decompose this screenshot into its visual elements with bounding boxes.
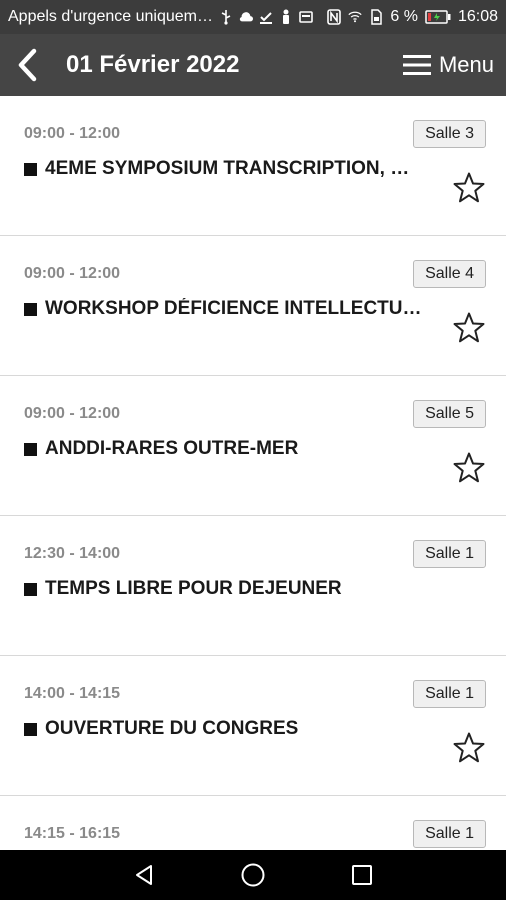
battery-icon	[425, 9, 451, 25]
star-icon[interactable]	[452, 311, 486, 345]
room-badge: Salle 1	[413, 540, 486, 568]
session-time: 14:00 - 14:15	[24, 685, 121, 702]
session-title: ANDDI-RARES OUTRE-MER	[24, 438, 424, 460]
sim-icon	[369, 9, 383, 25]
session-time: 12:30 - 14:00	[24, 545, 121, 562]
session-item[interactable]: 09:00 - 12:00 Salle 5 ANDDI-RARES OUTRE-…	[0, 376, 506, 516]
clock: 16:08	[457, 8, 498, 25]
room-badge: Salle 1	[413, 820, 486, 848]
session-title: 4EME SYMPOSIUM TRANSCRIPTION, …	[24, 158, 424, 180]
session-list: 09:00 - 12:00 Salle 3 4EME SYMPOSIUM TRA…	[0, 96, 506, 850]
session-title-text: ANDDI-RARES OUTRE-MER	[45, 438, 299, 459]
session-item[interactable]: 09:00 - 12:00 Salle 3 4EME SYMPOSIUM TRA…	[0, 96, 506, 236]
room-badge: Salle 5	[413, 400, 486, 428]
session-title-text: WORKSHOP DÉFICIENCE INTELLECTU…	[45, 298, 422, 319]
session-title-text: OUVERTURE DU CONGRES	[45, 718, 299, 739]
star-icon[interactable]	[452, 451, 486, 485]
status-bar: Appels d'urgence uniquem… 6 % 16:08	[0, 0, 506, 34]
session-time: 09:00 - 12:00	[24, 265, 121, 282]
session-item[interactable]: 14:00 - 14:15 Salle 1 OUVERTURE DU CONGR…	[0, 656, 506, 796]
app-header: 01 Février 2022 Menu	[0, 34, 506, 96]
room-badge: Salle 3	[413, 120, 486, 148]
cloud-icon	[239, 9, 253, 25]
square-bullet-icon	[24, 582, 37, 596]
person-icon	[279, 9, 293, 25]
nav-recents-button[interactable]	[342, 855, 382, 895]
session-time: 09:00 - 12:00	[24, 125, 121, 142]
session-title: WORKSHOP DÉFICIENCE INTELLECTU…	[24, 298, 424, 320]
status-right: 6 % 16:08	[327, 8, 498, 26]
menu-label: Menu	[438, 52, 494, 77]
session-title-text: 4EME SYMPOSIUM TRANSCRIPTION, …	[45, 158, 410, 179]
chevron-left-icon	[18, 48, 37, 82]
triangle-back-icon	[136, 865, 153, 885]
usb-icon	[219, 9, 233, 25]
square-recents-icon	[351, 865, 372, 885]
session-item[interactable]: 12:30 - 14:00 Salle 1 TEMPS LIBRE POUR D…	[0, 516, 506, 656]
wifi-icon	[348, 9, 363, 25]
page-title: 01 Février 2022	[66, 51, 240, 78]
square-bullet-icon	[24, 722, 37, 736]
square-bullet-icon	[24, 162, 37, 176]
session-title: TEMPS LIBRE POUR DEJEUNER	[24, 578, 424, 600]
battery-percent: 6 %	[390, 8, 418, 25]
hamburger-icon	[402, 55, 431, 75]
session-time: 14:15 - 16:15	[24, 825, 121, 842]
menu-button[interactable]: Menu	[402, 34, 506, 96]
circle-home-icon	[241, 863, 265, 887]
screenshot-icon	[299, 9, 313, 25]
back-button[interactable]	[0, 34, 54, 96]
star-icon[interactable]	[452, 171, 486, 205]
room-badge: Salle 4	[413, 260, 486, 288]
session-item[interactable]: 14:15 - 16:15 Salle 1	[0, 796, 506, 850]
star-icon[interactable]	[452, 731, 486, 765]
nav-home-button[interactable]	[233, 855, 273, 895]
session-item[interactable]: 09:00 - 12:00 Salle 4 WORKSHOP DÉFICIENC…	[0, 236, 506, 376]
square-bullet-icon	[24, 302, 37, 316]
nav-back-button[interactable]	[124, 855, 164, 895]
download-done-icon	[259, 9, 273, 25]
carrier-text: Appels d'urgence uniquem…	[8, 8, 213, 25]
status-left: Appels d'urgence uniquem…	[8, 8, 327, 26]
session-time: 09:00 - 12:00	[24, 405, 121, 422]
system-nav-bar	[0, 850, 506, 900]
session-title-text: TEMPS LIBRE POUR DEJEUNER	[45, 578, 342, 599]
square-bullet-icon	[24, 442, 37, 456]
nfc-icon	[327, 9, 342, 25]
session-title: OUVERTURE DU CONGRES	[24, 718, 424, 740]
room-badge: Salle 1	[413, 680, 486, 708]
